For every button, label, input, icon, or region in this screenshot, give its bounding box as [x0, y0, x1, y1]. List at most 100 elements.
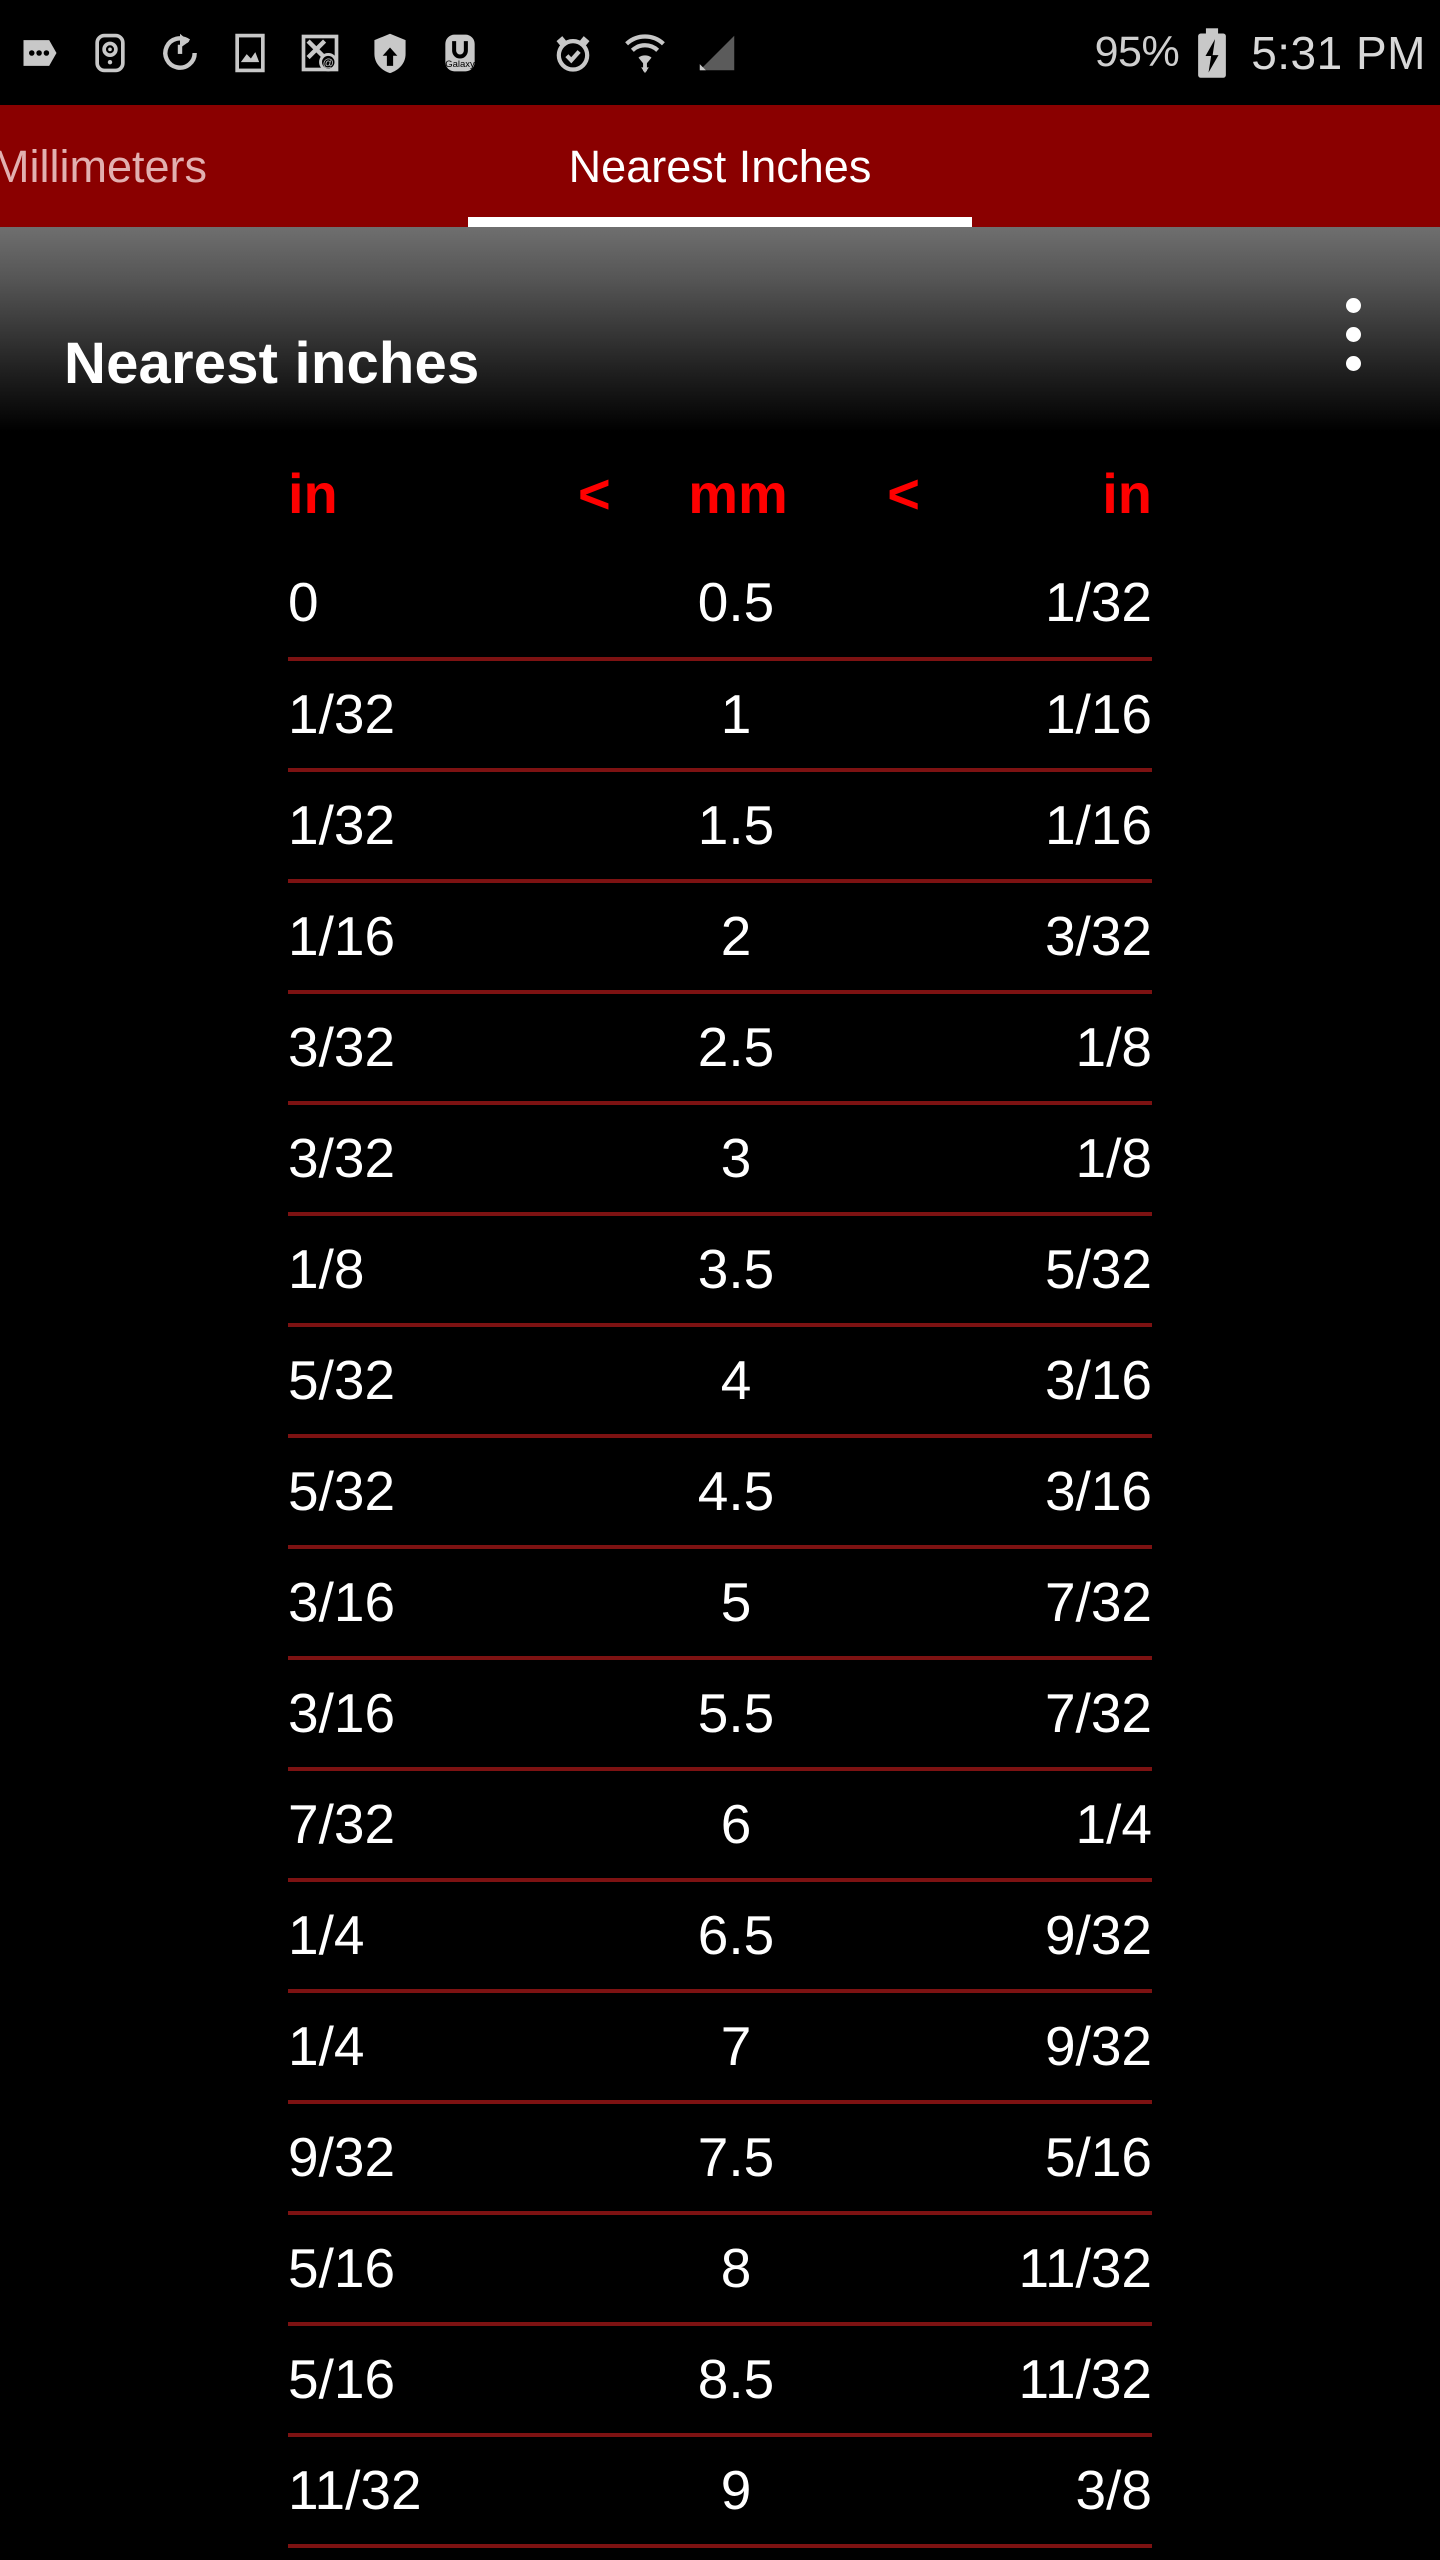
conversion-table-body: 0 0.5 1/32 1/32 1 1/16 1/32 1.5 1/16 1/16 2 3/32 3/3… — [288, 548, 1152, 2548]
table-row[interactable]: 5/16 8.5 11/32 — [288, 2324, 1152, 2437]
cell-in-high: 3/16 — [888, 1325, 1152, 1438]
cell-in-high: 5/16 — [888, 2102, 1152, 2215]
email-sync-off-icon: @ — [301, 34, 339, 71]
table-row[interactable]: 3/32 3 1/8 — [288, 1103, 1152, 1216]
cell-in-low: 5/16 — [288, 2324, 588, 2437]
cell-in-low: 5/32 — [288, 1325, 588, 1438]
cell-mm: 0.5 — [588, 548, 888, 661]
cell-in-high: 11/32 — [888, 2213, 1152, 2326]
table-row[interactable]: 3/16 5.5 7/32 — [288, 1658, 1152, 1771]
table-row[interactable]: 5/16 8 11/32 — [288, 2213, 1152, 2326]
screenshot-icon — [235, 33, 265, 72]
status-bar-system-info: 95% 5:31 PM — [1095, 27, 1426, 79]
cell-in-low: 1/16 — [288, 881, 588, 994]
column-header-in-low: in — [288, 462, 338, 525]
cell-in-low: 1/4 — [288, 1880, 588, 1993]
alarm-icon — [556, 35, 590, 72]
messages-icon — [23, 39, 57, 66]
column-header-in-high: in — [1102, 462, 1152, 525]
cell-in-low: 1/8 — [288, 1214, 588, 1327]
tab-millimeters[interactable]: Millimeters — [0, 105, 468, 227]
table-row[interactable]: 3/16 5 7/32 — [288, 1547, 1152, 1660]
cell-mm: 6.5 — [588, 1880, 888, 1993]
table-row[interactable]: 1/4 7 9/32 — [288, 1991, 1152, 2104]
cell-mm: 7.5 — [588, 2102, 888, 2215]
table-row[interactable]: 1/16 2 3/32 — [288, 881, 1152, 994]
cell-in-low: 9/32 — [288, 2102, 588, 2215]
cell-in-high: 11/32 — [888, 2324, 1152, 2437]
cell-in-low: 3/16 — [288, 1658, 588, 1771]
cell-in-high: 3/16 — [888, 1436, 1152, 1549]
cell-mm: 2.5 — [588, 992, 888, 1105]
table-row[interactable]: 1/8 3.5 5/32 — [288, 1214, 1152, 1327]
less-than-symbol-right: < — [887, 462, 920, 525]
cell-mm: 9 — [588, 2435, 888, 2548]
cell-in-high: 7/32 — [888, 1547, 1152, 1660]
cell-in-low: 7/32 — [288, 1769, 588, 1882]
cell-mm: 1.5 — [588, 770, 888, 883]
svg-text:@: @ — [323, 57, 334, 69]
cell-in-low: 5/32 — [288, 1436, 588, 1549]
cell-mm: 6 — [588, 1769, 888, 1882]
security-shield-icon — [374, 33, 406, 73]
cellular-signal-icon — [699, 35, 735, 70]
table-row[interactable]: 1/32 1.5 1/16 — [288, 770, 1152, 883]
active-tab-indicator — [468, 217, 972, 227]
cell-in-high: 9/32 — [888, 1991, 1152, 2104]
table-row[interactable]: 5/32 4.5 3/16 — [288, 1436, 1152, 1549]
overflow-menu-icon — [1318, 298, 1388, 371]
sync-icon — [163, 33, 197, 70]
table-row[interactable]: 7/32 6 1/4 — [288, 1769, 1152, 1882]
cell-in-high: 1/8 — [888, 992, 1152, 1105]
table-row[interactable]: 11/32 9 3/8 — [288, 2435, 1152, 2548]
cell-in-low: 5/16 — [288, 2213, 588, 2326]
status-bar-notification-icons: @ Galaxy — [18, 30, 1095, 76]
cell-in-low: 1/32 — [288, 659, 588, 772]
galaxy-apps-icon: Galaxy — [445, 34, 475, 71]
page-title: Nearest inches — [64, 331, 480, 396]
conversion-table-container: in < mm < in 0 0.5 1/32 1/32 1 1/16 1/32 1.5 1/1… — [288, 466, 1152, 2548]
app-header: Nearest inches — [0, 227, 1440, 468]
tab-nearest-inches[interactable]: Nearest Inches — [468, 105, 972, 227]
cell-in-low: 0 — [288, 548, 588, 661]
tab-bar: Millimeters Nearest Inches — [0, 105, 1440, 227]
cell-mm: 7 — [588, 1991, 888, 2104]
cell-in-high: 7/32 — [888, 1658, 1152, 1771]
table-row[interactable]: 9/32 7.5 5/16 — [288, 2102, 1152, 2215]
cell-in-high: 9/32 — [888, 1880, 1152, 1993]
cell-in-low: 3/32 — [288, 1103, 588, 1216]
table-row[interactable]: 1/4 6.5 9/32 — [288, 1880, 1152, 1993]
tab-millimeters-label: Millimeters — [0, 140, 208, 192]
cell-in-low: 3/32 — [288, 992, 588, 1105]
cell-in-high: 1/32 — [888, 548, 1152, 661]
cell-mm: 4.5 — [588, 1436, 888, 1549]
cell-in-low: 11/32 — [288, 2435, 588, 2548]
cell-in-high: 3/8 — [888, 2435, 1152, 2548]
table-row[interactable]: 1/32 1 1/16 — [288, 659, 1152, 772]
tab-nearest-inches-label: Nearest Inches — [568, 140, 872, 192]
table-row[interactable]: 3/32 2.5 1/8 — [288, 992, 1152, 1105]
table-row[interactable]: 0 0.5 1/32 — [288, 548, 1152, 661]
cell-in-high: 1/4 — [888, 1769, 1152, 1882]
cell-mm: 8.5 — [588, 2324, 888, 2437]
wifi-icon — [625, 33, 665, 73]
battery-percent-label: 95% — [1094, 28, 1180, 76]
cell-in-high: 1/16 — [888, 770, 1152, 883]
cell-mm: 1 — [588, 659, 888, 772]
phone-remote-icon — [95, 33, 125, 72]
table-row[interactable]: 5/32 4 3/16 — [288, 1325, 1152, 1438]
cell-in-low: 1/4 — [288, 1991, 588, 2104]
cell-in-high: 1/16 — [888, 659, 1152, 772]
conversion-table: in < mm < in 0 0.5 1/32 1/32 1 1/16 1/32 1.5 1/1… — [288, 466, 1152, 2548]
cell-in-high: 1/8 — [888, 1103, 1152, 1216]
column-header-mm-label: mm — [688, 462, 788, 525]
cell-in-low: 3/16 — [288, 1547, 588, 1660]
battery-charging-icon — [1198, 27, 1227, 78]
clock-label: 5:31 PM — [1251, 26, 1426, 79]
table-header-row: in < mm < in — [288, 466, 1152, 548]
less-than-symbol-left: < — [578, 462, 611, 525]
cell-in-high: 5/32 — [888, 1214, 1152, 1327]
svg-text:Galaxy: Galaxy — [445, 58, 475, 69]
cell-mm: 2 — [588, 881, 888, 994]
cell-in-low: 1/32 — [288, 770, 588, 883]
